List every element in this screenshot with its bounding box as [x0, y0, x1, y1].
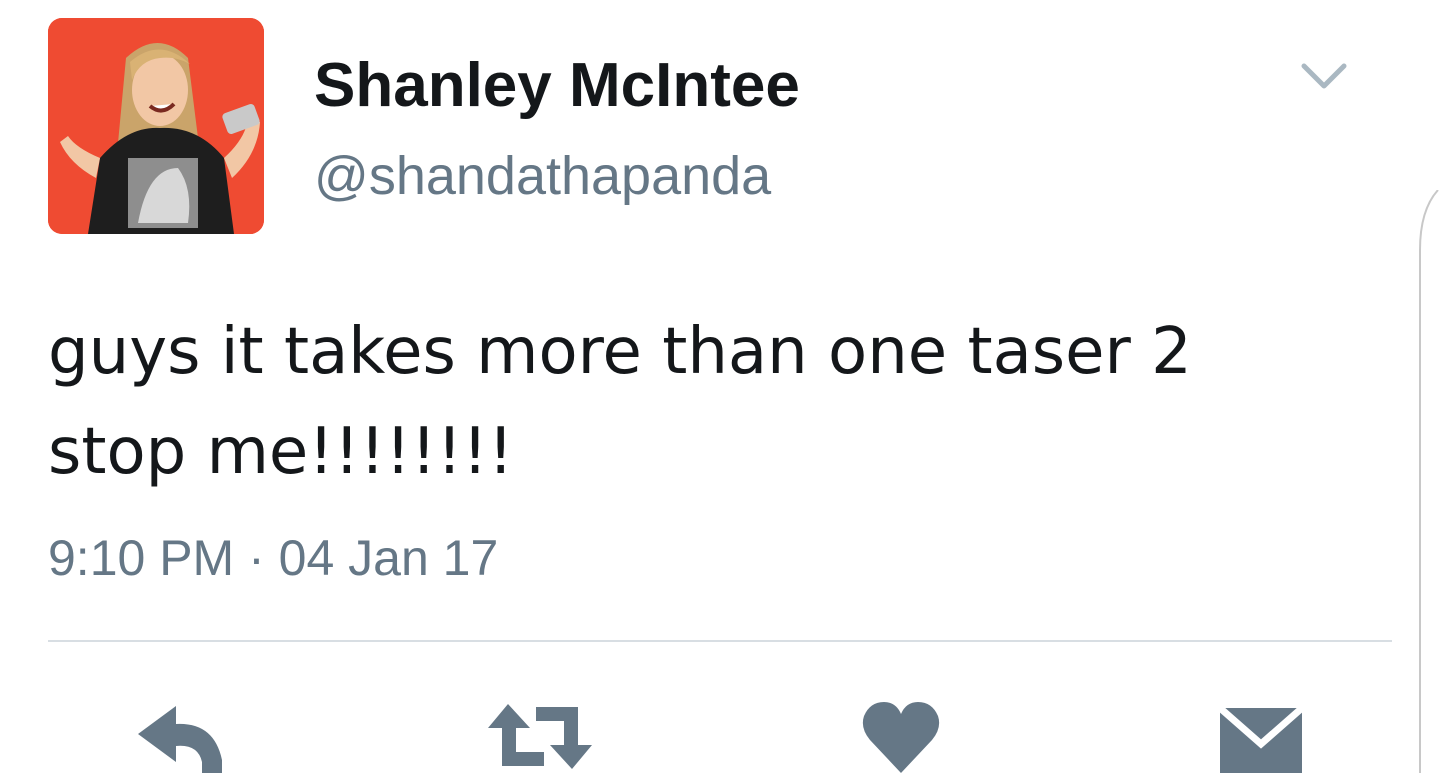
display-name[interactable]: Shanley McIntee: [314, 50, 800, 122]
profile-photo-icon: [48, 18, 264, 234]
chevron-down-icon[interactable]: [1296, 56, 1352, 96]
retweet-icon[interactable]: [484, 700, 596, 773]
heart-icon[interactable]: [860, 700, 942, 773]
tweet-text: guys it takes more than one taser 2 stop…: [48, 315, 1192, 489]
avatar[interactable]: [48, 18, 264, 234]
screen-edge: [1419, 190, 1439, 773]
reply-icon[interactable]: [134, 700, 226, 773]
divider: [48, 640, 1392, 642]
tweet-timestamp[interactable]: 9:10 PM · 04 Jan 17: [48, 528, 498, 588]
tweet-card: Shanley McIntee @shandathapanda guys it …: [0, 0, 1440, 773]
envelope-icon[interactable]: [1218, 700, 1304, 773]
user-handle[interactable]: @shandathapanda: [314, 144, 771, 208]
